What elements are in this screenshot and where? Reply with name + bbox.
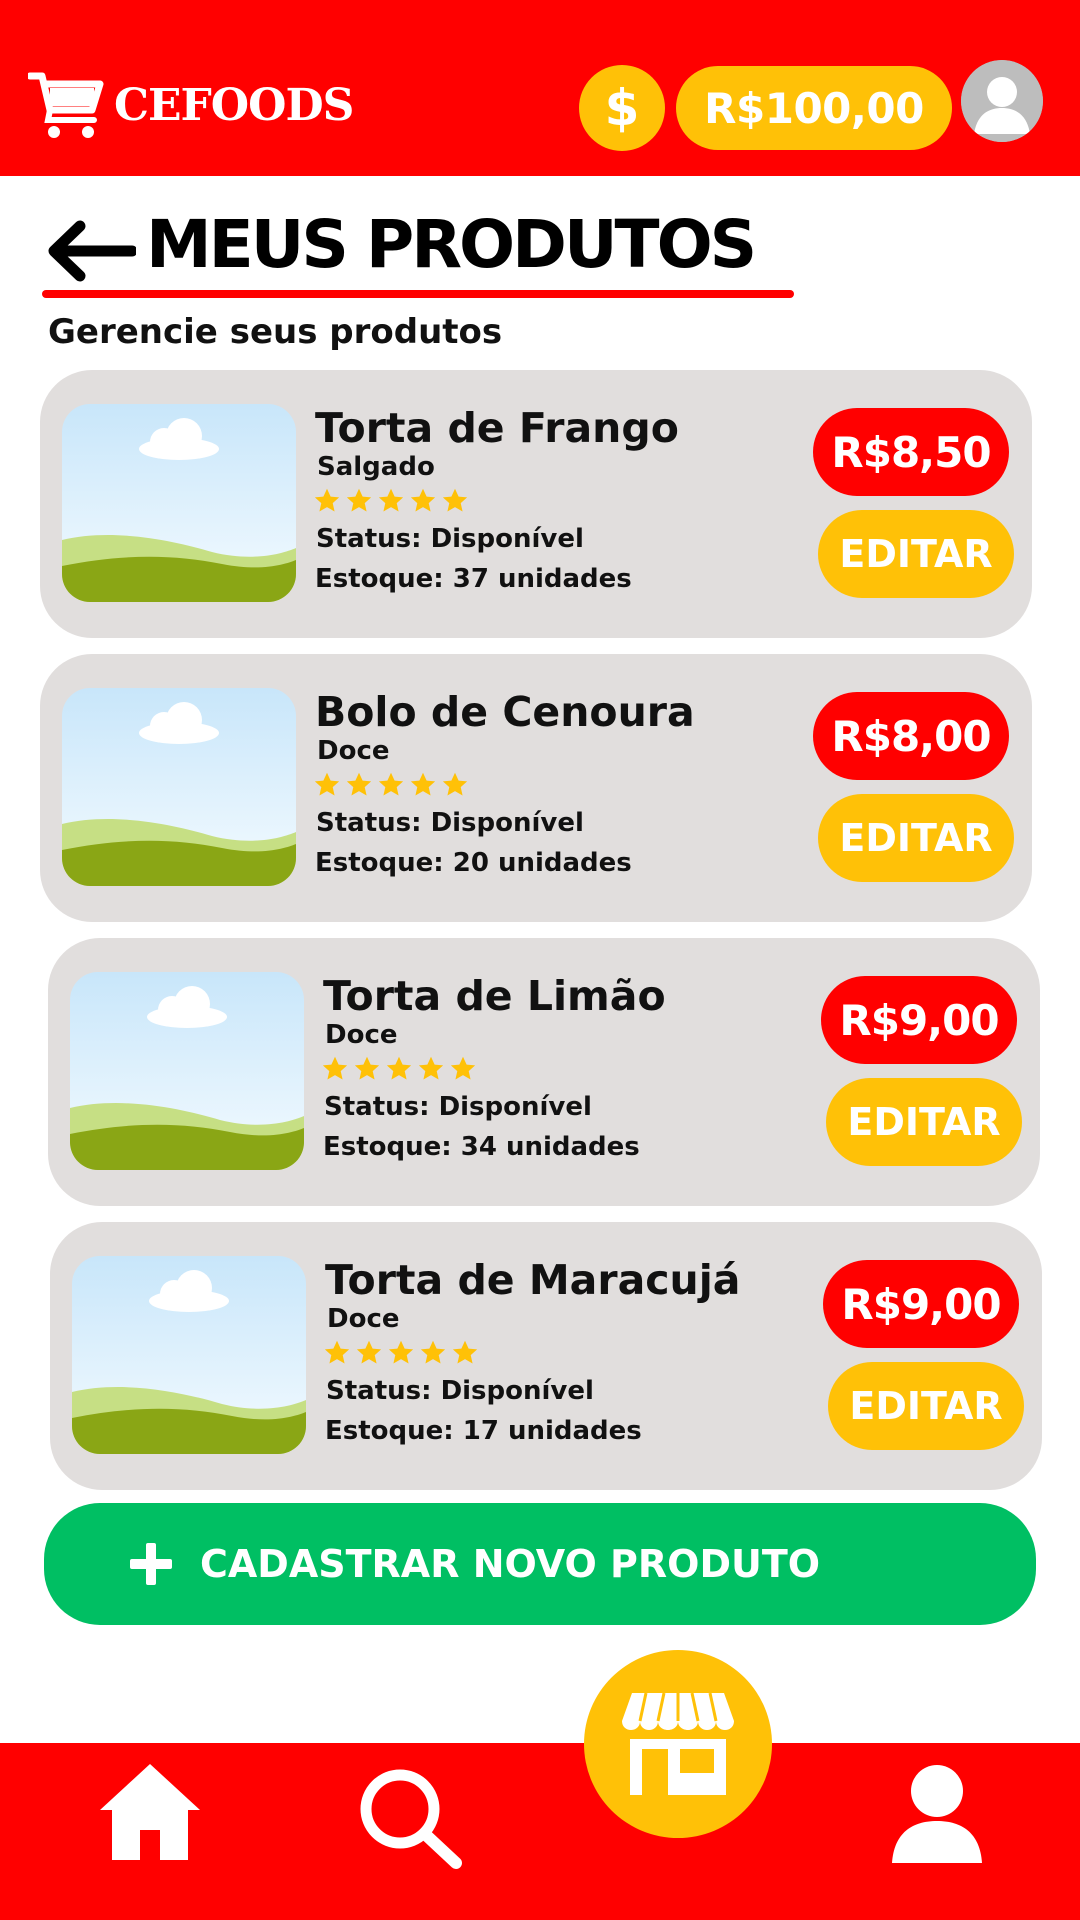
star-icon: [386, 1056, 412, 1080]
star-icon: [354, 1056, 380, 1080]
brand-name: CEFOODS: [114, 79, 354, 131]
product-category: Doce: [327, 1304, 400, 1334]
title-underline: [42, 290, 794, 298]
product-status: Status: Disponível: [324, 1092, 592, 1122]
product-category: Doce: [317, 736, 390, 766]
user-avatar-icon: [961, 60, 1043, 142]
product-rating: [313, 771, 469, 799]
product-name: Torta de Maracujá: [325, 1256, 741, 1304]
star-icon: [322, 1056, 348, 1080]
product-rating: [323, 1339, 479, 1367]
star-icon: [314, 488, 340, 512]
star-icon: [324, 1340, 350, 1364]
product-price-badge: R$8,00: [813, 692, 1009, 780]
page-subtitle: Gerencie seus produtos: [48, 312, 503, 352]
wallet-balance[interactable]: R$100,00: [676, 66, 952, 150]
product-rating: [321, 1055, 477, 1083]
coin-icon[interactable]: $: [579, 65, 665, 151]
product-stock: Estoque: 37 unidades: [315, 564, 632, 594]
product-card[interactable]: Torta de Maracujá Doce Status: Disponíve…: [50, 1222, 1042, 1490]
user-avatar[interactable]: [961, 60, 1043, 142]
product-price-badge: R$8,50: [813, 408, 1009, 496]
shopping-cart-icon: [28, 72, 104, 138]
product-status: Status: Disponível: [316, 524, 584, 554]
product-card[interactable]: Bolo de Cenoura Doce Status: Disponível …: [40, 654, 1032, 922]
app-logo[interactable]: CEFOODS: [28, 70, 354, 140]
product-image: [62, 688, 296, 886]
star-icon: [356, 1340, 382, 1364]
profile-icon[interactable]: [890, 1763, 984, 1863]
product-category: Salgado: [317, 452, 435, 482]
product-image: [70, 972, 304, 1170]
page-title: MEUS PRODUTOS: [146, 206, 757, 283]
star-icon: [452, 1340, 478, 1364]
product-name: Bolo de Cenoura: [315, 688, 695, 736]
star-icon: [410, 772, 436, 796]
plus-icon: [130, 1543, 172, 1585]
star-icon: [346, 772, 372, 796]
product-name: Torta de Frango: [315, 404, 679, 452]
product-price-badge: R$9,00: [823, 1260, 1019, 1348]
new-product-button[interactable]: CADASTRAR NOVO PRODUTO: [44, 1503, 1036, 1625]
star-icon: [314, 772, 340, 796]
product-price-badge: R$9,00: [821, 976, 1017, 1064]
star-icon: [410, 488, 436, 512]
star-icon: [378, 772, 404, 796]
star-icon: [418, 1056, 444, 1080]
image-placeholder-icon: [62, 404, 296, 602]
image-placeholder-icon: [72, 1256, 306, 1454]
product-status: Status: Disponível: [316, 808, 584, 838]
new-product-label: CADASTRAR NOVO PRODUTO: [200, 1542, 821, 1586]
home-icon[interactable]: [98, 1762, 202, 1862]
star-icon: [378, 488, 404, 512]
edit-button[interactable]: EDITAR: [818, 510, 1014, 598]
product-stock: Estoque: 17 unidades: [325, 1416, 642, 1446]
star-icon: [420, 1340, 446, 1364]
store-icon: [622, 1692, 734, 1795]
product-status: Status: Disponível: [326, 1376, 594, 1406]
product-stock: Estoque: 20 unidades: [315, 848, 632, 878]
product-category: Doce: [325, 1020, 398, 1050]
product-image: [62, 404, 296, 602]
bottom-navigation: [0, 1743, 1080, 1920]
edit-button[interactable]: EDITAR: [828, 1362, 1024, 1450]
product-image: [72, 1256, 306, 1454]
search-icon[interactable]: [358, 1767, 464, 1869]
product-name: Torta de Limão: [323, 972, 666, 1020]
star-icon: [450, 1056, 476, 1080]
star-icon: [442, 488, 468, 512]
image-placeholder-icon: [62, 688, 296, 886]
star-icon: [346, 488, 372, 512]
star-icon: [388, 1340, 414, 1364]
image-placeholder-icon: [70, 972, 304, 1170]
app-header: CEFOODS $ R$100,00: [0, 0, 1080, 176]
product-stock: Estoque: 34 unidades: [323, 1132, 640, 1162]
star-icon: [442, 772, 468, 796]
store-nav-button[interactable]: [584, 1650, 772, 1838]
edit-button[interactable]: EDITAR: [826, 1078, 1022, 1166]
edit-button[interactable]: EDITAR: [818, 794, 1014, 882]
product-rating: [313, 487, 469, 515]
back-arrow-icon[interactable]: [44, 218, 136, 284]
product-card[interactable]: Torta de Limão Doce Status: Disponível E…: [48, 938, 1040, 1206]
product-card[interactable]: Torta de Frango Salgado Status: Disponív…: [40, 370, 1032, 638]
